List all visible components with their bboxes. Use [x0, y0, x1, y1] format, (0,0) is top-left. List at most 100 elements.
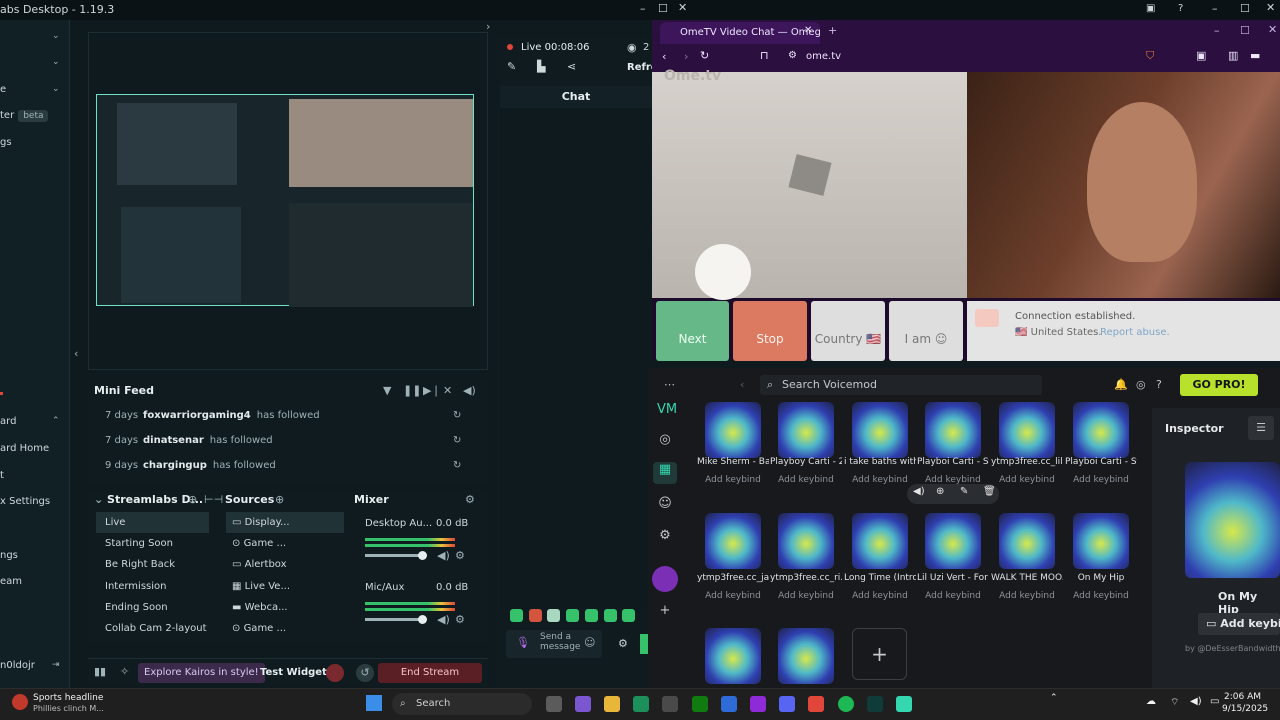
url-field[interactable]: ome.tv: [806, 51, 841, 62]
news-title[interactable]: Sports headline: [33, 693, 103, 703]
sound-tile-art[interactable]: [1073, 402, 1129, 458]
source-item[interactable]: ▭ Alertbox: [226, 554, 344, 575]
scene-item[interactable]: Starting Soon: [96, 533, 209, 554]
sound-tile-art[interactable]: [852, 402, 908, 458]
add-keybind-button[interactable]: Add keybind: [1065, 591, 1137, 601]
brave-icon[interactable]: [808, 696, 824, 712]
sound-tile-art[interactable]: [999, 513, 1055, 569]
emote-icon[interactable]: [604, 609, 617, 622]
nav-item[interactable]: t: [0, 470, 70, 481]
compass-icon[interactable]: ◎: [657, 432, 673, 448]
scene-transition-icon[interactable]: ⊢⊣: [204, 493, 223, 506]
task-view-icon[interactable]: [546, 696, 562, 712]
copilot-icon[interactable]: [575, 696, 591, 712]
replay-icon[interactable]: ↻: [453, 460, 461, 471]
country-button[interactable]: Country 🇺🇸: [811, 301, 885, 361]
notifications-icon[interactable]: 🔔: [1114, 378, 1128, 391]
back-icon[interactable]: ‹: [740, 378, 744, 391]
sound-tile-art[interactable]: [925, 513, 981, 569]
add-keybind-button[interactable]: Add keybind: [991, 475, 1063, 485]
volume-slider[interactable]: [365, 551, 427, 560]
add-keybind-button[interactable]: Add keybind: [917, 591, 989, 601]
network-icon[interactable]: ⌔: [1170, 696, 1179, 709]
clapper-icon[interactable]: ▙: [537, 60, 545, 73]
scene-item[interactable]: Live: [96, 512, 209, 533]
maximize-button[interactable]: ☐: [658, 2, 668, 15]
chevron-down-icon[interactable]: ⌄: [52, 31, 60, 41]
spotify-icon[interactable]: [838, 696, 854, 712]
emote-icon[interactable]: [510, 609, 523, 622]
nav-item[interactable]: gs: [0, 137, 70, 148]
volume-slider[interactable]: [365, 615, 427, 624]
slider-knob[interactable]: [418, 551, 427, 560]
cloud-icon[interactable]: ☁: [1146, 696, 1156, 707]
nav-item[interactable]: e ⌄: [0, 84, 70, 95]
emote-icon[interactable]: [529, 609, 542, 622]
add-keybind-button[interactable]: Add keybind: [697, 475, 769, 485]
edit-icon[interactable]: ✎: [507, 60, 516, 73]
battery-icon[interactable]: ▭: [1210, 696, 1219, 707]
add-keybind-button[interactable]: Add keybind: [1065, 475, 1137, 485]
sound-tile-art[interactable]: [705, 513, 761, 569]
send-button[interactable]: [640, 634, 648, 654]
source-item[interactable]: ▬ Webca...: [226, 597, 344, 618]
stats-icon[interactable]: ▮▮: [94, 665, 106, 678]
emote-icon[interactable]: [622, 609, 635, 622]
volume-icon[interactable]: ◀): [1190, 696, 1202, 707]
sound-tile-art[interactable]: [705, 402, 761, 458]
voice-changer-icon[interactable]: ☺: [657, 496, 673, 512]
help-icon[interactable]: ?: [1178, 3, 1183, 14]
rec-button[interactable]: [326, 664, 344, 682]
new-tab-icon[interactable]: +: [828, 24, 837, 37]
voicemod-search-input[interactable]: ⌕ Search Voicemod: [760, 375, 1042, 395]
outlook-icon[interactable]: [721, 696, 737, 712]
go-pro-button[interactable]: GO PRO!: [1180, 374, 1258, 396]
emoji-icon[interactable]: ☺: [584, 636, 595, 649]
sound-tile-art[interactable]: [1073, 513, 1129, 569]
extensions-icon[interactable]: ▣: [1196, 49, 1206, 62]
sound-tile-art[interactable]: [778, 402, 834, 458]
win-close-button[interactable]: ✕: [1266, 1, 1275, 14]
reload-icon[interactable]: ↻: [700, 49, 709, 62]
scene-item[interactable]: Be Right Back: [96, 554, 209, 575]
test-widgets-button[interactable]: Test Widgets: [260, 667, 333, 678]
edge-icon[interactable]: [633, 696, 649, 712]
source-item[interactable]: ⊙ Game ...: [226, 618, 344, 639]
emote-icon[interactable]: [566, 609, 579, 622]
preview-sound-icon[interactable]: ◀): [913, 486, 925, 497]
stream-preview[interactable]: [96, 94, 474, 307]
source-item[interactable]: ▦ Live Ve...: [226, 576, 344, 597]
soundboard-icon[interactable]: ▦: [653, 462, 677, 484]
emote-icon[interactable]: [547, 609, 560, 622]
expand-tray-icon[interactable]: ⌃: [1050, 693, 1058, 703]
chat-settings-icon[interactable]: ⚙: [618, 637, 628, 650]
add-keybind-button[interactable]: Add keybind: [844, 591, 916, 601]
volume-icon[interactable]: ◀): [463, 384, 476, 397]
site-info-icon[interactable]: ⚙: [788, 50, 797, 61]
mute-icon[interactable]: ◀): [437, 549, 450, 562]
profile-item[interactable]: n0ldojr ⇥: [0, 660, 70, 671]
clock-time[interactable]: 2:06 AM: [1224, 692, 1261, 702]
add-sound-button[interactable]: +: [852, 628, 907, 680]
kairos-button[interactable]: Explore Kairos in style!: [138, 663, 265, 683]
sound-tile-art[interactable]: [852, 513, 908, 569]
xbox-icon[interactable]: [692, 696, 708, 712]
mic-icon[interactable]: 🎙: [516, 636, 530, 649]
sound-tile-art[interactable]: [705, 628, 761, 684]
sound-tile-art[interactable]: [925, 402, 981, 458]
discord-icon[interactable]: ◎: [1136, 378, 1146, 391]
sidebar-icon[interactable]: ▥: [1228, 49, 1238, 62]
edit-icon[interactable]: ✎: [960, 486, 968, 497]
windows-start-icon[interactable]: [366, 695, 382, 711]
scene-item[interactable]: Intermission: [96, 576, 209, 597]
share-icon[interactable]: ⋖: [567, 60, 576, 73]
browser-maximize-button[interactable]: ☐: [1240, 24, 1250, 37]
nav-item[interactable]: ard ⌃: [0, 416, 70, 427]
slider-knob[interactable]: [418, 615, 427, 624]
inspector-settings-icon[interactable]: ☰: [1248, 416, 1274, 440]
replay-icon[interactable]: ↻: [453, 435, 461, 446]
browser-close-button[interactable]: ✕: [1268, 23, 1277, 36]
next-button[interactable]: Next: [656, 301, 729, 361]
help-icon[interactable]: ?: [1156, 378, 1162, 391]
channel-settings-icon[interactable]: ⚙: [455, 613, 465, 626]
